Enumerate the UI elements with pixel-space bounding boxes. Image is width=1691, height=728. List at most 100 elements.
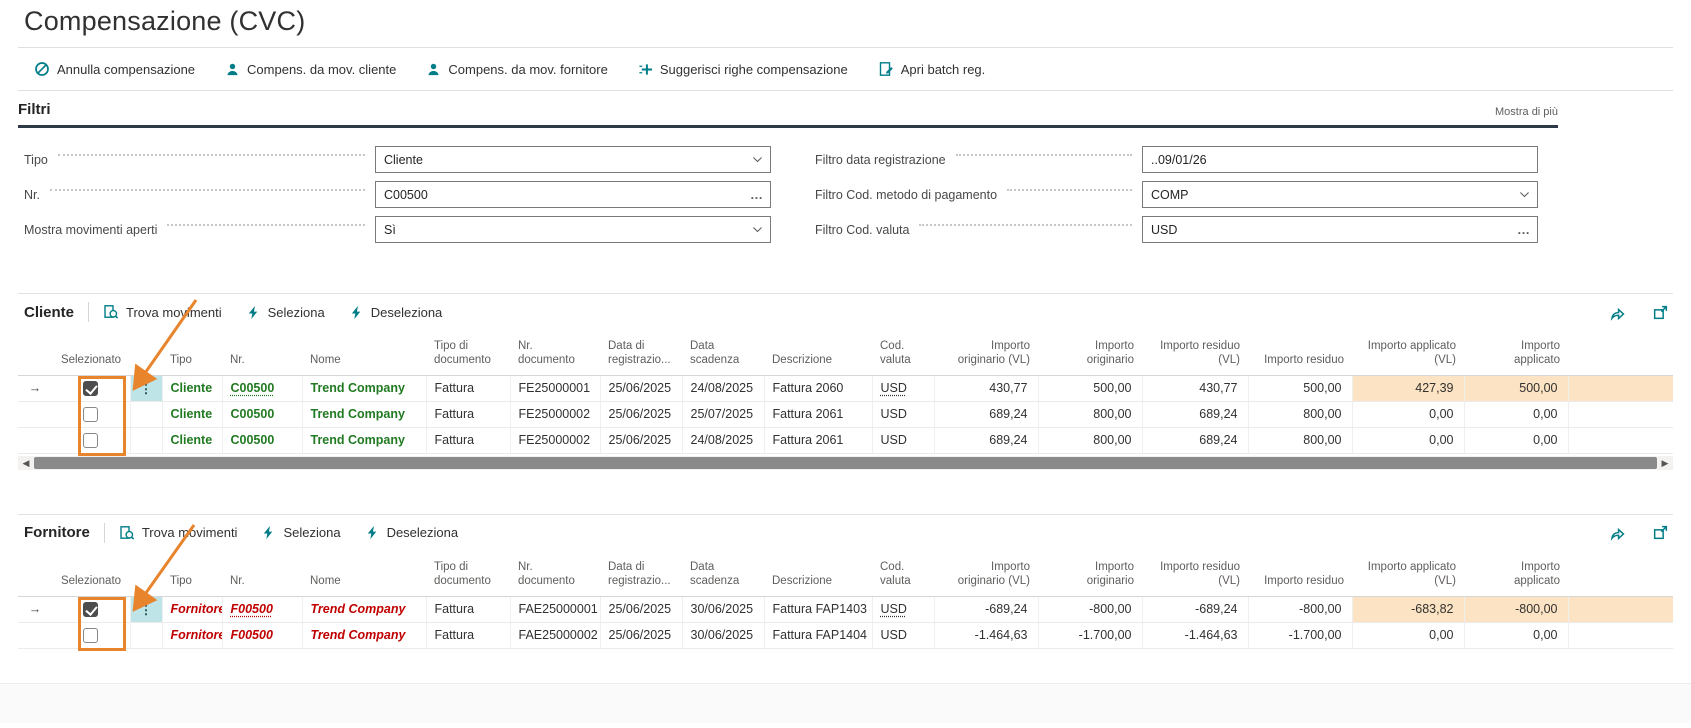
row-menu-icon[interactable]: ⋮ — [130, 375, 162, 401]
col-descrizione[interactable]: Descrizione — [764, 336, 872, 375]
cell-importo-applicato-vl[interactable]: 0,00 — [1352, 427, 1464, 453]
cell-nr[interactable]: C00500 — [222, 401, 302, 427]
col-descrizione[interactable]: Descrizione — [764, 557, 872, 596]
col-data-registrazione[interactable]: Data di registrazio... — [600, 336, 682, 375]
col-nr[interactable]: Nr. — [222, 557, 302, 596]
share-icon[interactable] — [1609, 524, 1626, 541]
mostra-movimenti-select[interactable]: Sì — [375, 216, 771, 243]
col-importo-residuo-vl[interactable]: Importo residuo (VL) — [1142, 557, 1248, 596]
col-tipo[interactable]: Tipo — [162, 557, 222, 596]
expand-icon[interactable] — [1652, 304, 1669, 321]
vendor-no-link[interactable]: F00500 — [231, 602, 273, 616]
customer-deselect-button[interactable]: Deseleziona — [349, 305, 443, 320]
cell-nr[interactable]: C00500 — [222, 427, 302, 453]
cell-importo-applicato[interactable]: -800,00 — [1464, 596, 1568, 622]
col-importo-applicato[interactable]: Importo applicato — [1464, 336, 1568, 375]
nr-input[interactable]: C00500 … — [375, 181, 771, 208]
col-importo-originario-vl[interactable]: Importo originario (VL) — [934, 557, 1038, 596]
table-row[interactable]: Fornitore F00500 Trend Company Fattura F… — [18, 622, 1673, 648]
table-row[interactable]: Cliente C00500 Trend Company Fattura FE2… — [18, 427, 1673, 453]
current-row-indicator: → — [18, 375, 52, 401]
col-selezionato[interactable]: Selezionato — [52, 557, 130, 596]
row-checkbox[interactable] — [83, 602, 98, 617]
metodo-pagamento-select[interactable]: COMP — [1142, 181, 1538, 208]
customer-no-link[interactable]: C00500 — [231, 381, 275, 395]
field-label: Filtro data registrazione — [815, 153, 946, 167]
apply-from-vendor-button[interactable]: Compens. da mov. fornitore — [426, 62, 607, 77]
customer-select-button[interactable]: Seleziona — [246, 305, 325, 320]
row-menu-icon[interactable]: ⋮ — [130, 596, 162, 622]
currency-code-link[interactable]: USD — [881, 381, 907, 395]
cancel-application-button[interactable]: Annulla compensazione — [34, 61, 195, 77]
cod-valuta-input[interactable]: USD … — [1142, 216, 1538, 243]
row-checkbox[interactable] — [83, 407, 98, 422]
tipo-select[interactable]: Cliente — [375, 146, 771, 173]
vendor-find-entries-button[interactable]: Trova movimenti — [119, 525, 238, 541]
col-nome[interactable]: Nome — [302, 336, 426, 375]
cell-importo-applicato-vl[interactable]: -683,82 — [1352, 596, 1464, 622]
col-importo-residuo[interactable]: Importo residuo — [1248, 557, 1352, 596]
cell-importo-applicato[interactable]: 0,00 — [1464, 427, 1568, 453]
currency-code-link[interactable]: USD — [881, 602, 907, 616]
table-row[interactable]: Cliente C00500 Trend Company Fattura FE2… — [18, 401, 1673, 427]
col-cod-valuta[interactable]: Cod. valuta — [872, 336, 934, 375]
show-more-link[interactable]: Mostra di più — [1495, 106, 1558, 118]
action-label: Seleziona — [283, 525, 340, 540]
col-selezionato[interactable]: Selezionato — [52, 336, 130, 375]
table-row[interactable]: → ⋮ Fornitore F00500 Trend Company Fattu… — [18, 596, 1673, 622]
col-importo-residuo[interactable]: Importo residuo — [1248, 336, 1352, 375]
chevron-down-icon[interactable] — [1518, 188, 1531, 201]
col-tipo-documento[interactable]: Tipo di documento — [426, 336, 510, 375]
col-importo-originario[interactable]: Importo originario — [1038, 336, 1142, 375]
expand-icon[interactable] — [1652, 524, 1669, 541]
vendor-person-icon — [426, 62, 441, 77]
col-importo-originario[interactable]: Importo originario — [1038, 557, 1142, 596]
toolbar-item-label: Suggerisci righe compensazione — [660, 62, 848, 77]
col-importo-applicato-vl[interactable]: Importo applicato (VL) — [1352, 557, 1464, 596]
col-nome[interactable]: Nome — [302, 557, 426, 596]
col-importo-residuo-vl[interactable]: Importo residuo (VL) — [1142, 336, 1248, 375]
cell-importo-applicato[interactable]: 0,00 — [1464, 401, 1568, 427]
row-checkbox[interactable] — [83, 433, 98, 448]
vendor-table: Selezionato Tipo Nr. Nome Tipo di docume… — [18, 557, 1673, 649]
scroll-left-arrow[interactable]: ◀ — [18, 456, 34, 470]
vendor-deselect-button[interactable]: Deseleziona — [365, 525, 459, 540]
apply-from-customer-button[interactable]: Compens. da mov. cliente — [225, 62, 396, 77]
row-checkbox[interactable] — [83, 381, 98, 396]
lookup-ellipsis-icon[interactable]: … — [1517, 223, 1531, 236]
vendor-select-button[interactable]: Seleziona — [261, 525, 340, 540]
col-importo-applicato-vl[interactable]: Importo applicato (VL) — [1352, 336, 1464, 375]
col-data-scadenza[interactable]: Data scadenza — [682, 557, 764, 596]
col-data-scadenza[interactable]: Data scadenza — [682, 336, 764, 375]
cell-importo-applicato-vl[interactable]: 0,00 — [1352, 622, 1464, 648]
cell-data-registrazione: 25/06/2025 — [600, 401, 682, 427]
col-tipo[interactable]: Tipo — [162, 336, 222, 375]
scroll-right-arrow[interactable]: ▶ — [1657, 456, 1673, 470]
col-nr[interactable]: Nr. — [222, 336, 302, 375]
data-registrazione-input[interactable]: ..09/01/26 — [1142, 146, 1538, 173]
col-data-registrazione[interactable]: Data di registrazio... — [600, 557, 682, 596]
cell-importo-applicato-vl[interactable]: 0,00 — [1352, 401, 1464, 427]
chevron-down-icon[interactable] — [751, 223, 764, 236]
cell-importo-applicato[interactable]: 0,00 — [1464, 622, 1568, 648]
scrollbar-thumb[interactable] — [34, 457, 1657, 469]
lookup-ellipsis-icon[interactable]: … — [750, 188, 764, 201]
col-nr-documento[interactable]: Nr. documento — [510, 557, 600, 596]
customer-find-entries-button[interactable]: Trova movimenti — [103, 304, 222, 320]
share-icon[interactable] — [1609, 304, 1626, 321]
chevron-down-icon[interactable] — [751, 153, 764, 166]
col-importo-originario-vl[interactable]: Importo originario (VL) — [934, 336, 1038, 375]
col-importo-applicato[interactable]: Importo applicato — [1464, 557, 1568, 596]
col-nr-documento[interactable]: Nr. documento — [510, 336, 600, 375]
col-cod-valuta[interactable]: Cod. valuta — [872, 557, 934, 596]
cell-importo-applicato-vl[interactable]: 427,39 — [1352, 375, 1464, 401]
cell-nome: Trend Company — [302, 375, 426, 401]
row-checkbox[interactable] — [83, 628, 98, 643]
col-tipo-documento[interactable]: Tipo di documento — [426, 557, 510, 596]
suggest-application-lines-button[interactable]: Suggerisci righe compensazione — [638, 62, 848, 77]
table-row[interactable]: → ⋮ Cliente C00500 Trend Company Fattura… — [18, 375, 1673, 401]
cell-nr[interactable]: F00500 — [222, 622, 302, 648]
open-journal-batch-button[interactable]: Apri batch reg. — [878, 61, 986, 77]
horizontal-scrollbar[interactable]: ◀ ▶ — [18, 456, 1673, 470]
cell-importo-applicato[interactable]: 500,00 — [1464, 375, 1568, 401]
